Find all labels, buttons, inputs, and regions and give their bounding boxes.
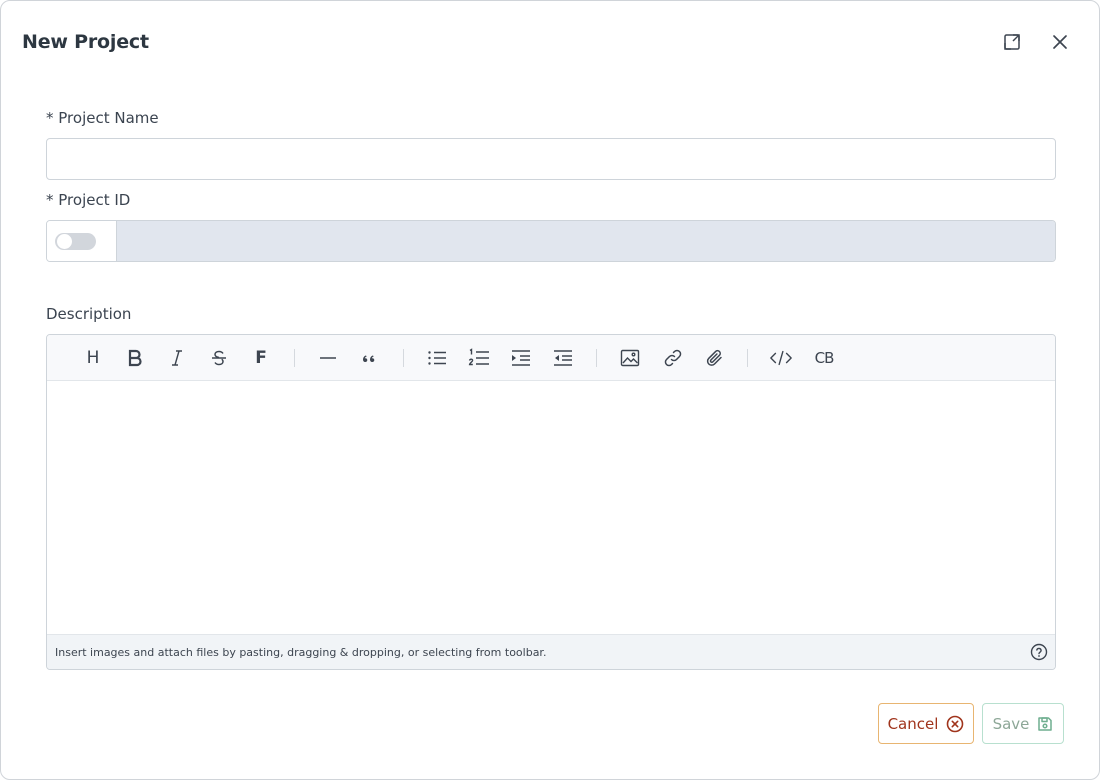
code-block-icon: CB	[814, 349, 835, 367]
font-icon: F	[255, 348, 267, 368]
heading-icon: H	[86, 348, 100, 368]
numbered-list-button[interactable]	[467, 346, 491, 370]
editor-toolbar: H F CB	[47, 335, 1055, 381]
toolbar-separator	[596, 349, 597, 367]
close-icon	[1053, 35, 1067, 49]
save-label: Save	[992, 714, 1030, 733]
quote-button[interactable]	[358, 346, 382, 370]
image-button[interactable]	[618, 346, 642, 370]
expand-icon	[1004, 34, 1020, 50]
dialog-title: New Project	[22, 31, 149, 53]
indent-icon	[512, 350, 530, 366]
outdent-button[interactable]	[551, 346, 575, 370]
project-id-input[interactable]	[117, 221, 1055, 261]
toggle-knob	[57, 233, 72, 249]
description-text-area[interactable]	[47, 381, 1055, 635]
project-name-label: * Project Name	[46, 109, 159, 127]
attachment-icon	[706, 349, 722, 366]
attachment-button[interactable]	[703, 346, 727, 370]
editor-hint: Insert images and attach files by pastin…	[55, 645, 547, 659]
floppy-disk-icon	[1038, 716, 1053, 731]
code-button[interactable]	[769, 346, 793, 370]
project-id-label: * Project ID	[46, 191, 131, 209]
project-id-toggle[interactable]	[55, 232, 96, 250]
x-circle-icon	[947, 715, 964, 732]
indent-button[interactable]	[509, 346, 533, 370]
bullet-list-button[interactable]	[425, 346, 449, 370]
bold-icon	[128, 349, 142, 367]
heading-button[interactable]: H	[81, 346, 105, 370]
expand-button[interactable]	[1000, 30, 1024, 54]
outdent-icon	[554, 350, 572, 366]
description-label: Description	[46, 305, 132, 323]
cancel-button[interactable]: Cancel	[878, 703, 974, 744]
toolbar-separator	[747, 349, 748, 367]
bullet-list-icon	[428, 351, 446, 365]
quote-icon	[363, 355, 375, 362]
project-id-toggle-container	[47, 221, 117, 261]
bold-button[interactable]	[123, 346, 147, 370]
italic-button[interactable]	[165, 346, 189, 370]
description-editor: H F CB Insert images and attach files by…	[46, 334, 1056, 670]
close-button[interactable]	[1048, 30, 1072, 54]
cancel-label: Cancel	[887, 714, 939, 733]
link-button[interactable]	[661, 346, 685, 370]
link-icon	[664, 349, 682, 367]
numbered-list-icon	[468, 348, 489, 366]
strikethrough-button[interactable]	[207, 346, 231, 370]
code-icon	[770, 350, 792, 366]
image-icon	[620, 349, 640, 367]
project-id-group	[46, 220, 1056, 262]
italic-icon	[172, 350, 182, 366]
toolbar-separator	[403, 349, 404, 367]
project-name-input[interactable]	[46, 138, 1056, 180]
new-project-dialog: New Project * Project Name * Project ID …	[0, 0, 1100, 780]
editor-footer: Insert images and attach files by pastin…	[47, 634, 1055, 669]
horizontal-rule-icon	[320, 357, 336, 359]
horizontal-rule-button[interactable]	[316, 346, 340, 370]
save-button[interactable]: Save	[982, 703, 1064, 744]
strikethrough-icon	[212, 350, 226, 366]
toolbar-separator	[294, 349, 295, 367]
help-circle-icon[interactable]	[1030, 643, 1048, 661]
code-block-button[interactable]: CB	[811, 346, 837, 370]
font-button[interactable]: F	[249, 346, 273, 370]
